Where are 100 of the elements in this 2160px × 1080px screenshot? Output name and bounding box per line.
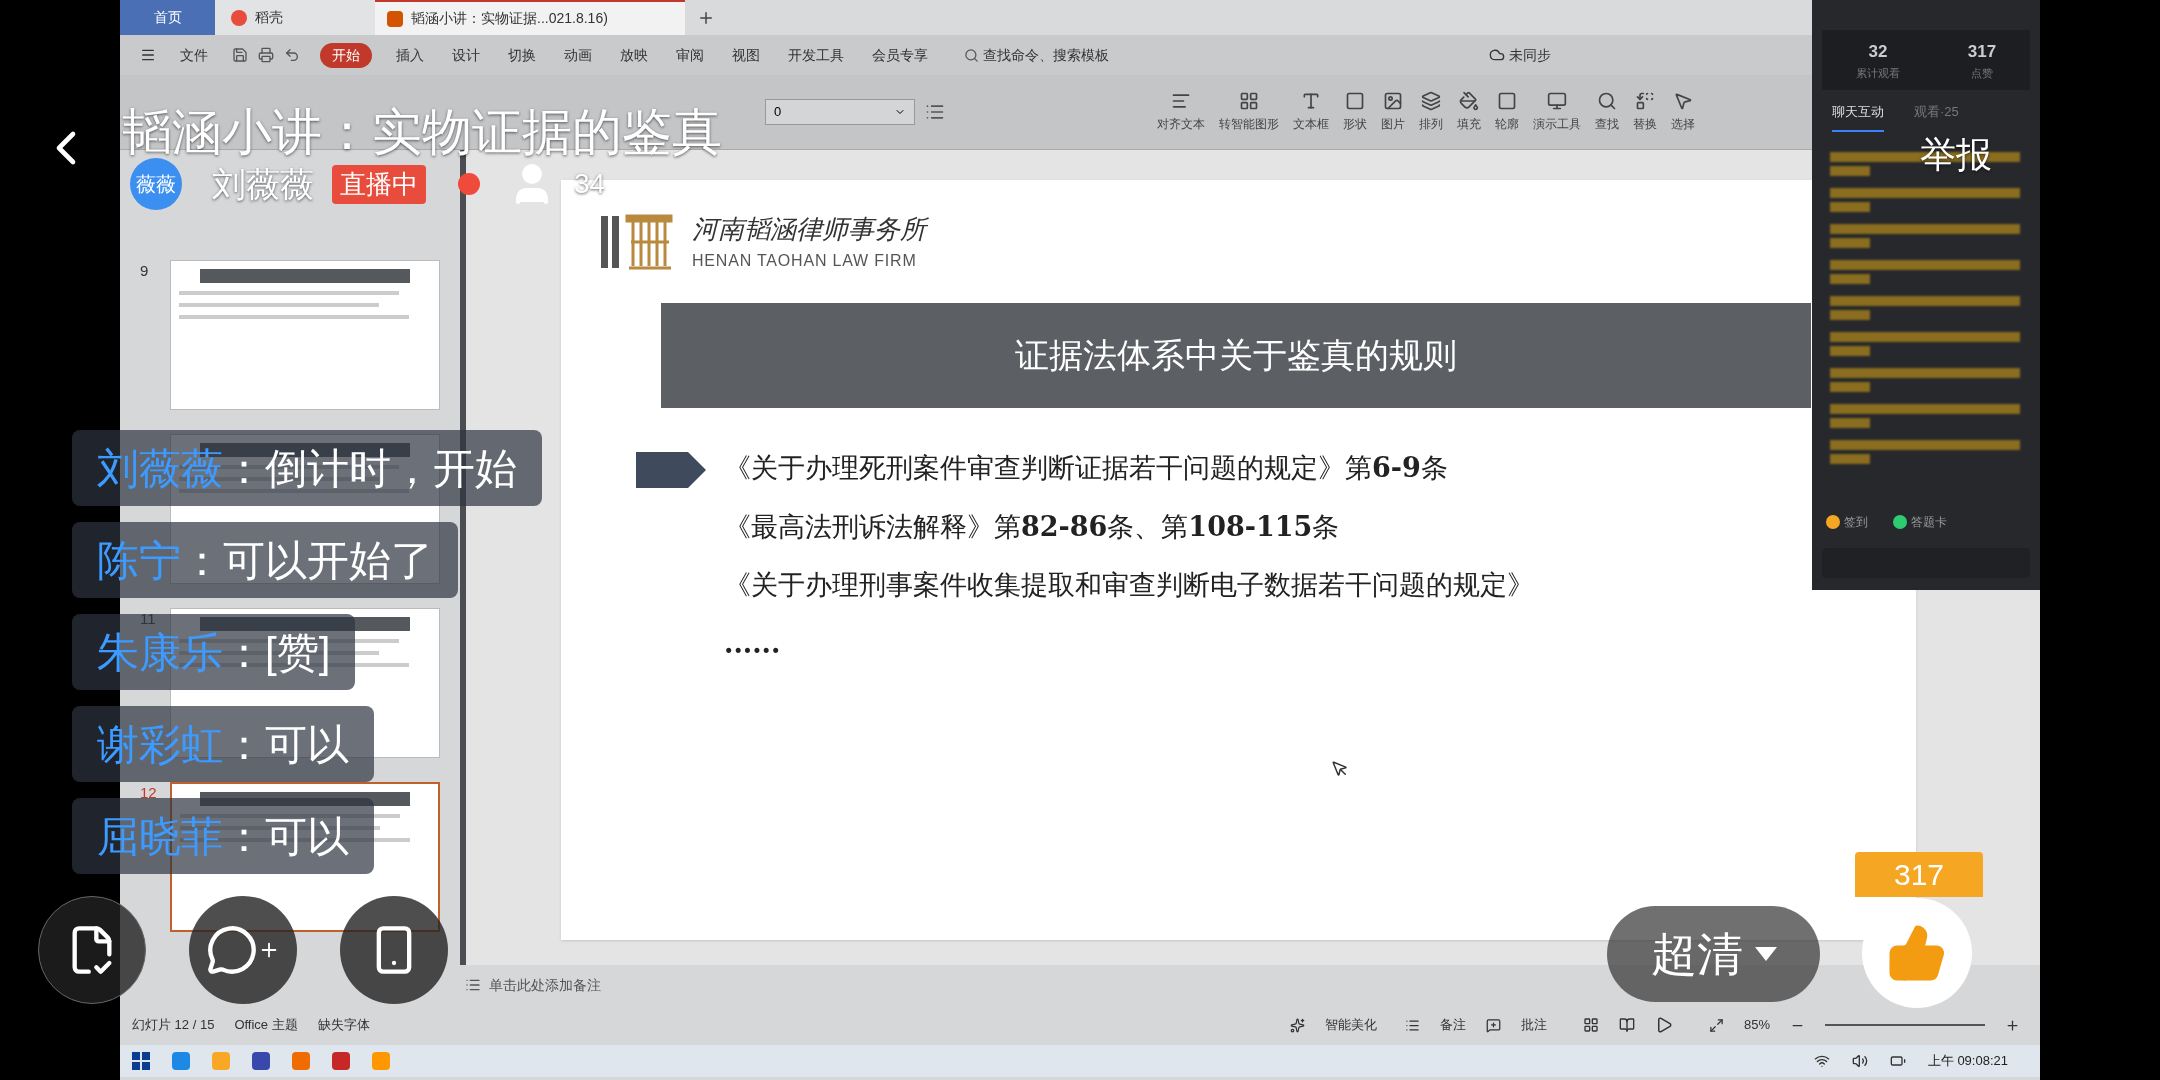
toolbar-button[interactable]: 选择 — [1669, 91, 1697, 133]
chat-comment-toast: 刘薇薇：倒计时，开始 — [72, 430, 542, 506]
like-count-badge: 317 — [1855, 852, 1983, 897]
command-search-field[interactable]: 查找命令、搜索模板 — [983, 44, 1109, 66]
comment-icon — [1485, 1017, 1501, 1033]
app-logo-icon — [231, 9, 247, 26]
tool-icon — [1459, 91, 1479, 111]
tab-label: 首页 — [153, 8, 182, 27]
tool-icon — [1345, 91, 1365, 111]
stat-value: 317 — [1967, 41, 1997, 63]
clock: 上午 09:08:21 — [1927, 1052, 2008, 1071]
menu-icon[interactable] — [140, 47, 156, 63]
host-name: 刘薇薇 — [212, 163, 314, 205]
ribbon-tab[interactable]: 切换 — [504, 44, 540, 66]
ribbon-tab[interactable]: 设计 — [448, 44, 484, 66]
toolbar-button[interactable]: 查找 — [1593, 91, 1621, 133]
toolbar-button[interactable]: 对齐文本 — [1155, 91, 1207, 133]
viewer-count: 34 — [574, 167, 606, 201]
toolbar-button[interactable]: 填充 — [1455, 91, 1483, 133]
tab-label: 稻壳 — [255, 8, 283, 27]
cloud-icon — [1489, 47, 1505, 63]
save-icon[interactable] — [232, 47, 248, 63]
toolbar-button[interactable]: 图片 — [1379, 91, 1407, 133]
rule-text: 《关于办理死刑案件审查判断证据若干问题的规定》第6-9条 — [724, 451, 1449, 485]
zoom-level[interactable]: 85% — [1743, 1015, 1770, 1035]
comments-button[interactable]: 批注 — [1520, 1015, 1547, 1035]
dropdown-caret-icon — [1754, 947, 1777, 961]
action-label[interactable]: 答题卡 — [1911, 512, 1947, 531]
new-tab-icon[interactable] — [697, 9, 715, 27]
quality-selector[interactable]: 超清 — [1607, 906, 1820, 1002]
toolbar-button[interactable]: 演示工具 — [1531, 91, 1583, 133]
notes-icon — [1404, 1017, 1420, 1033]
ribbon-tab[interactable]: 会员专享 — [868, 44, 932, 66]
ellipsis-text: ...... — [724, 626, 782, 661]
stat-label: 累计观看 — [1855, 65, 1900, 81]
tab-label: 韬涵小讲：实物证据...021.8.16) — [411, 9, 608, 28]
taskbar-app-icon[interactable] — [332, 1052, 350, 1070]
chat-comment-toast: 陈宁：可以开始了 — [72, 522, 458, 598]
presentation-file-icon — [387, 10, 403, 27]
print-icon[interactable] — [258, 47, 274, 63]
reading-view-icon[interactable] — [1618, 1017, 1635, 1033]
ribbon-tab[interactable]: 审阅 — [672, 44, 708, 66]
slide-thumbnail[interactable] — [170, 260, 440, 410]
ribbon-tab[interactable]: 文件 — [176, 44, 212, 66]
thumbs-up-icon — [1887, 923, 1947, 983]
volume-icon[interactable] — [1851, 1053, 1868, 1069]
font-size-field[interactable]: 0 — [765, 99, 915, 125]
ribbon-tab[interactable]: 开发工具 — [784, 44, 848, 66]
bullet-arrow-icon — [636, 452, 706, 488]
ribbon-tab[interactable]: 放映 — [616, 44, 652, 66]
slide-number: 9 — [140, 261, 150, 281]
mouse-cursor-icon — [1331, 760, 1349, 778]
chat-bubble-icon — [206, 924, 258, 976]
toolbar-button[interactable]: 轮廓 — [1493, 91, 1521, 133]
tool-icon — [1597, 91, 1617, 111]
firm-name-english: HENAN TAOHAN LAW FIRM — [692, 251, 918, 271]
tool-icon — [1635, 91, 1655, 111]
slide-heading-bar: 证据法体系中关于鉴真的规则 — [661, 303, 1811, 408]
battery-icon[interactable] — [1889, 1053, 1906, 1069]
bullet-list-icon[interactable] — [925, 102, 945, 122]
beautify-button[interactable]: 智能美化 — [1324, 1015, 1377, 1035]
rule-text: 《关于办理刑事案件收集提取和审查判断电子数据若干问题的规定》 — [724, 568, 1534, 602]
tool-icon — [1497, 91, 1517, 111]
document-tab[interactable]: 韬涵小讲：实物证据...021.8.16) — [375, 0, 685, 35]
wifi-icon[interactable] — [1813, 1053, 1830, 1069]
windows-logo-icon[interactable] — [132, 1052, 150, 1070]
toolbar-button[interactable]: 排列 — [1417, 91, 1445, 133]
ribbon-tab[interactable]: 插入 — [392, 44, 428, 66]
tool-icon — [1171, 91, 1191, 111]
undo-icon[interactable] — [284, 47, 300, 63]
toolbar-button[interactable]: 转智能图形 — [1217, 91, 1281, 133]
taskbar-app-icon[interactable] — [252, 1052, 270, 1070]
tool-icon — [1301, 91, 1321, 111]
notes-button[interactable]: 备注 — [1439, 1015, 1466, 1035]
action-label[interactable]: 签到 — [1844, 512, 1868, 531]
notes-placeholder[interactable]: 单击此处添加备注 — [489, 974, 601, 996]
slide-count: 幻灯片 12 / 15 — [132, 1016, 215, 1035]
document-tab[interactable]: 稻壳 — [215, 0, 375, 35]
sync-status[interactable]: 未同步 — [1509, 44, 1551, 66]
toolbar-button[interactable]: 文本框 — [1291, 91, 1331, 133]
tool-icon — [1239, 91, 1259, 111]
ribbon-tab[interactable]: 开始 — [320, 42, 372, 68]
tool-icon — [1673, 91, 1693, 111]
chat-comment-toast: 谢彩虹：可以 — [72, 706, 374, 782]
notes-icon — [465, 977, 481, 993]
chat-comment-toast: 屈晓菲：可以 — [72, 798, 374, 874]
stat-label: 点赞 — [1970, 65, 1993, 81]
tool-icon — [1547, 91, 1567, 111]
fit-icon[interactable] — [1708, 1017, 1724, 1033]
toolbar-button[interactable]: 形状 — [1341, 91, 1369, 133]
missing-font-button[interactable]: 缺失字体 — [317, 1015, 370, 1035]
zoom-in-icon[interactable] — [2005, 1017, 2020, 1033]
tool-icon — [1421, 91, 1441, 111]
grid-view-icon[interactable] — [1582, 1017, 1599, 1033]
ribbon-tab[interactable]: 动画 — [560, 44, 596, 66]
document-tab[interactable]: 首页 — [120, 0, 215, 35]
toolbar-button[interactable]: 替换 — [1631, 91, 1659, 133]
sparkle-icon — [1289, 1017, 1305, 1033]
panel-tab[interactable]: 聊天互动 — [1832, 102, 1884, 132]
ribbon-tab[interactable]: 视图 — [728, 44, 764, 66]
